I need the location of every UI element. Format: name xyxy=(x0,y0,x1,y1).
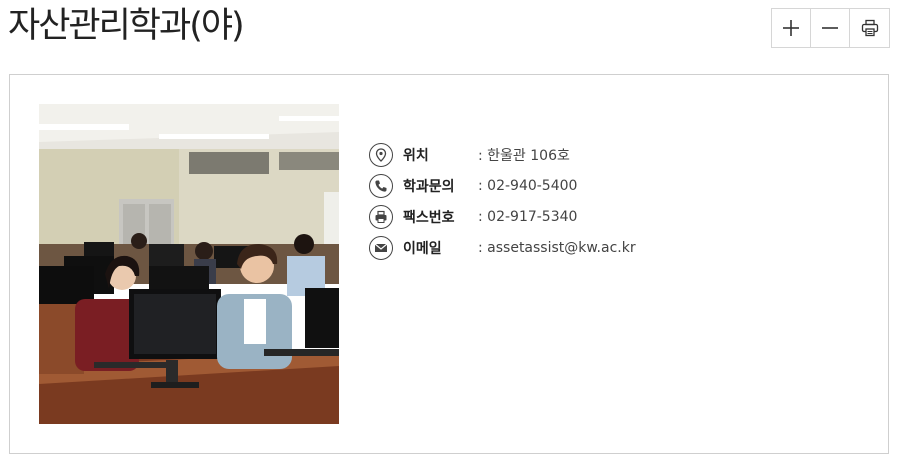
contact-value: : 한울관 106호 xyxy=(478,147,570,164)
minus-icon xyxy=(822,27,838,29)
mail-icon xyxy=(369,235,393,260)
computer-lab-photo xyxy=(39,104,339,424)
plus-icon xyxy=(783,20,799,36)
contact-item-fax: 팩스번호 : 02-917-5340 xyxy=(369,201,636,232)
phone-icon xyxy=(369,173,393,198)
zoom-in-button[interactable] xyxy=(772,9,811,47)
contact-value: : assetassist@kw.ac.kr xyxy=(478,239,636,256)
contact-item-phone: 학과문의 : 02-940-5400 xyxy=(369,170,636,201)
view-tools xyxy=(771,8,890,48)
contact-label: 학과문의 xyxy=(403,178,455,195)
fax-icon xyxy=(369,204,393,229)
contact-label: 위치 xyxy=(403,147,429,164)
department-info-box: 위치 : 한울관 106호 학과문의 : 02-940-5400 팩스번호 : … xyxy=(9,74,889,454)
print-button[interactable] xyxy=(850,9,889,47)
page-title: 자산관리학과(야) xyxy=(8,6,245,46)
zoom-out-button[interactable] xyxy=(811,9,850,47)
printer-icon xyxy=(861,19,878,37)
contact-label: 이메일 xyxy=(403,240,442,257)
contact-value: : 02-940-5400 xyxy=(478,177,578,194)
contact-label: 팩스번호 xyxy=(403,209,455,226)
contact-list: 위치 : 한울관 106호 학과문의 : 02-940-5400 팩스번호 : … xyxy=(369,139,636,263)
location-pin-icon xyxy=(369,142,393,167)
contact-item-email: 이메일 : assetassist@kw.ac.kr xyxy=(369,232,636,263)
contact-item-location: 위치 : 한울관 106호 xyxy=(369,139,636,170)
contact-value: : 02-917-5340 xyxy=(478,208,578,225)
